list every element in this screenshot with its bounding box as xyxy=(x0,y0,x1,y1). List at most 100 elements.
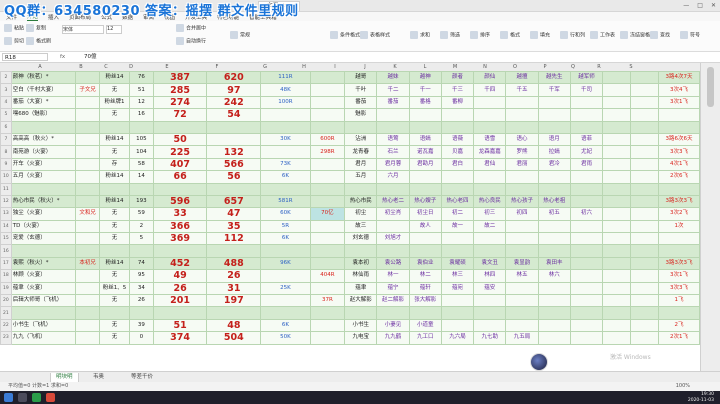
cell[interactable]: 193 xyxy=(129,194,154,209)
cell[interactable] xyxy=(260,269,311,283)
cell[interactable] xyxy=(75,132,100,147)
cell[interactable]: 112 xyxy=(206,232,262,246)
row-number[interactable]: 18 xyxy=(0,269,12,283)
cell[interactable] xyxy=(630,170,659,184)
cell[interactable] xyxy=(440,318,475,333)
cell[interactable] xyxy=(602,318,632,333)
cell[interactable] xyxy=(630,95,659,110)
cell[interactable] xyxy=(98,306,131,320)
cell[interactable]: 越哥 xyxy=(344,71,378,85)
cell[interactable]: 60K xyxy=(260,207,311,221)
cell[interactable]: 赵二解影 xyxy=(376,294,410,308)
cell[interactable]: 林五 xyxy=(505,269,539,283)
cell[interactable] xyxy=(408,182,442,196)
cell[interactable]: 31 xyxy=(206,281,262,296)
cell[interactable]: 366 xyxy=(152,219,208,234)
cell[interactable] xyxy=(344,182,378,196)
cell[interactable]: 语薇 xyxy=(440,132,475,147)
cell[interactable]: 620 xyxy=(206,71,262,85)
cell[interactable]: 热心市民（秋火）* xyxy=(10,194,77,209)
cell[interactable]: 语莺 xyxy=(376,132,410,147)
cell[interactable] xyxy=(630,145,659,159)
cell[interactable] xyxy=(537,244,571,258)
cell[interactable] xyxy=(10,120,77,134)
cell[interactable] xyxy=(10,244,77,258)
cell[interactable]: 千司 xyxy=(569,83,604,97)
cell[interactable] xyxy=(309,331,346,345)
cell[interactable]: 33 xyxy=(152,207,208,221)
row-number[interactable]: 23 xyxy=(0,331,12,345)
cell[interactable] xyxy=(75,306,100,320)
cell[interactable]: 故三 xyxy=(344,219,378,234)
cell[interactable] xyxy=(602,182,632,196)
cell[interactable]: 369 xyxy=(152,232,208,246)
cell[interactable] xyxy=(569,318,604,333)
cell[interactable] xyxy=(537,219,571,234)
cell[interactable]: 197 xyxy=(206,294,262,308)
cell[interactable]: 诺瓦嘉 xyxy=(408,145,442,159)
cell[interactable]: 初三 xyxy=(473,207,507,221)
cell[interactable]: 南苑游（火宴） xyxy=(10,145,77,159)
cell[interactable]: 五月（火宴） xyxy=(10,170,77,184)
cell[interactable]: 95 xyxy=(129,269,154,283)
cell[interactable] xyxy=(260,182,311,196)
cell[interactable] xyxy=(75,145,100,159)
cell[interactable]: 语心 xyxy=(505,132,539,147)
vertical-scrollbar[interactable] xyxy=(700,63,720,371)
column-header-E[interactable]: E xyxy=(142,63,192,71)
cell[interactable] xyxy=(569,244,604,258)
cell[interactable] xyxy=(408,108,442,122)
cell[interactable]: 无 xyxy=(98,294,131,308)
cell[interactable] xyxy=(630,83,659,97)
cell[interactable] xyxy=(569,108,604,122)
cell[interactable]: 尤妃 xyxy=(569,145,604,159)
cell[interactable] xyxy=(505,244,539,258)
ribbon-button-9[interactable]: 求和 xyxy=(410,31,430,39)
cell[interactable]: 蕴轩 xyxy=(408,281,442,296)
cell[interactable] xyxy=(630,294,659,308)
column-header-R[interactable]: R xyxy=(586,63,612,71)
row-number[interactable]: 5 xyxy=(0,108,12,122)
cell[interactable]: 39 xyxy=(129,318,154,333)
cell[interactable] xyxy=(602,256,632,271)
cell[interactable] xyxy=(537,294,571,308)
cell[interactable]: 贝嘉 xyxy=(440,145,475,159)
cell[interactable] xyxy=(376,219,410,234)
cell[interactable] xyxy=(602,83,632,97)
cell[interactable]: 504 xyxy=(206,331,262,345)
fx-icon[interactable]: fx xyxy=(60,53,65,61)
row-number[interactable]: 2 xyxy=(0,71,12,85)
cell[interactable]: 粉丝牌1 xyxy=(98,95,131,110)
ribbon-button-12[interactable]: 格式 xyxy=(500,31,520,39)
cell[interactable] xyxy=(537,331,571,345)
ribbon-button-2[interactable]: 复制 xyxy=(26,24,46,32)
cell[interactable]: 6K xyxy=(260,318,311,333)
cell[interactable]: 3次1飞 xyxy=(657,269,700,283)
cell[interactable]: 独尘（火宴） xyxy=(10,207,77,221)
cell[interactable] xyxy=(260,108,311,122)
cell[interactable] xyxy=(75,157,100,172)
cell[interactable] xyxy=(309,71,346,85)
cell[interactable]: 刘玄德 xyxy=(344,232,378,246)
cell[interactable]: 君白 xyxy=(440,157,475,172)
cell[interactable]: 111R xyxy=(260,71,311,85)
cell[interactable]: 3次3飞 xyxy=(657,281,700,296)
cell[interactable]: 50K xyxy=(260,331,311,345)
cell[interactable]: 千二 xyxy=(376,83,410,97)
column-header-M[interactable]: M xyxy=(440,63,470,71)
cell[interactable]: 初尘肖 xyxy=(376,207,410,221)
cell[interactable] xyxy=(602,281,632,296)
ribbon-button-15[interactable]: 工作表 xyxy=(590,31,615,39)
cell[interactable]: 51 xyxy=(152,318,208,333)
cell[interactable]: 2飞 xyxy=(657,318,700,333)
cell[interactable]: 蕴宛 xyxy=(440,281,475,296)
cell[interactable]: 千三 xyxy=(440,83,475,97)
cell[interactable] xyxy=(657,182,700,196)
cell[interactable] xyxy=(408,306,442,320)
cell[interactable] xyxy=(630,157,659,172)
ribbon-button-14[interactable]: 行和列 xyxy=(560,31,585,39)
cell[interactable] xyxy=(473,318,507,333)
cell[interactable] xyxy=(630,207,659,221)
cell[interactable] xyxy=(569,95,604,110)
cell[interactable]: 3次2飞 xyxy=(657,207,700,221)
